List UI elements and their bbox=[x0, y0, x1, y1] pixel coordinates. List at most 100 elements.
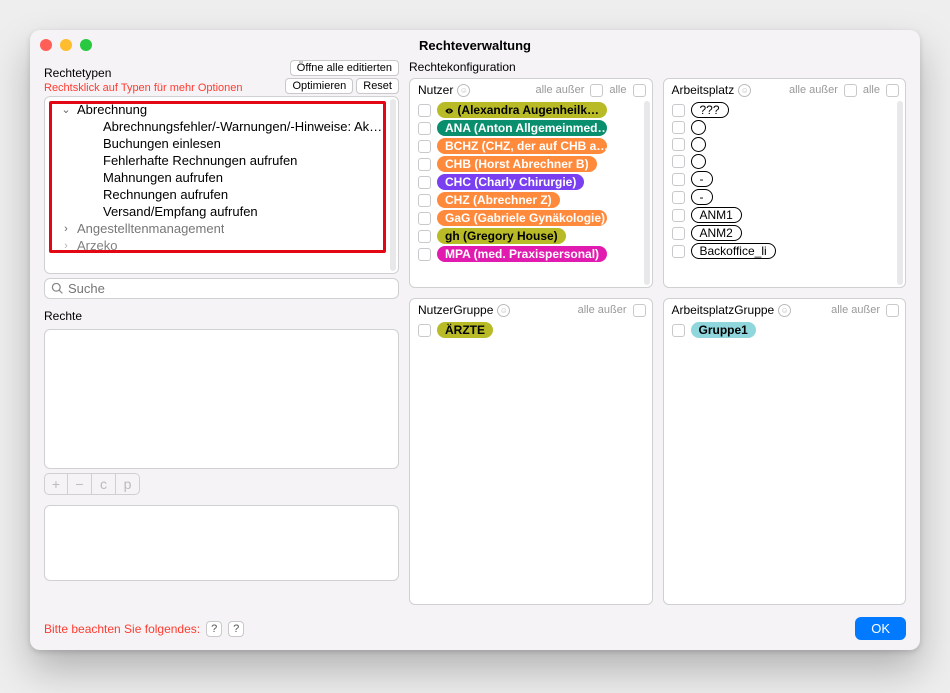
paste-button[interactable]: p bbox=[116, 473, 140, 495]
optimize-button[interactable]: Optimieren bbox=[285, 78, 353, 94]
nutzer-list[interactable]: (Alexandra Augenheilk…ANA (Anton Allgeme… bbox=[410, 99, 652, 287]
checkbox[interactable] bbox=[418, 158, 431, 171]
user-pill: gh (Gregory House) bbox=[437, 228, 566, 244]
scrollbar[interactable] bbox=[390, 99, 396, 271]
help-button[interactable]: ? bbox=[206, 621, 222, 637]
workstation-pill: ANM1 bbox=[691, 207, 742, 223]
tree-item[interactable]: Fehlerhafte Rechnungen aufrufen bbox=[51, 152, 392, 169]
list-item[interactable]: CHC (Charly Chirurgie) bbox=[418, 173, 648, 191]
scrollbar[interactable] bbox=[897, 101, 903, 285]
group-pill: Gruppe1 bbox=[691, 322, 756, 338]
checkbox[interactable] bbox=[418, 194, 431, 207]
list-item[interactable]: BCHZ (CHZ, der auf CHB a… bbox=[418, 137, 648, 155]
arbeitsplatz-list[interactable]: ???--ANM1ANM2Backoffice_li bbox=[664, 99, 906, 287]
alle-ausser-label: alle außer bbox=[535, 84, 584, 96]
list-item[interactable]: ??? bbox=[672, 101, 902, 119]
smiley-icon[interactable]: ☺ bbox=[778, 304, 791, 317]
checkbox[interactable] bbox=[418, 140, 431, 153]
list-item[interactable]: GaG (Gabriele Gynäkologie) bbox=[418, 209, 648, 227]
checkbox[interactable] bbox=[672, 121, 685, 134]
list-item[interactable]: gh (Gregory House) bbox=[418, 227, 648, 245]
checkbox[interactable] bbox=[672, 104, 685, 117]
alle-ausser-checkbox[interactable] bbox=[590, 84, 603, 97]
smiley-icon[interactable]: ☺ bbox=[457, 84, 470, 97]
list-item[interactable]: MPA (med. Praxispersonal) bbox=[418, 245, 648, 263]
search-input-wrap[interactable] bbox=[44, 278, 399, 299]
tree-item[interactable]: Buchungen einlesen bbox=[51, 135, 392, 152]
list-item[interactable]: ANA (Anton Allgemeinmed… bbox=[418, 119, 648, 137]
checkbox[interactable] bbox=[672, 191, 685, 204]
checkbox[interactable] bbox=[672, 324, 685, 337]
circle-icon bbox=[691, 120, 706, 135]
checkbox[interactable] bbox=[672, 227, 685, 240]
smiley-icon[interactable]: ☺ bbox=[738, 84, 751, 97]
copy-button[interactable]: c bbox=[92, 473, 116, 495]
add-button[interactable]: + bbox=[44, 473, 68, 495]
smiley-icon[interactable]: ☺ bbox=[497, 304, 510, 317]
rechte-list[interactable] bbox=[44, 329, 399, 469]
list-item[interactable]: (Alexandra Augenheilk… bbox=[418, 101, 648, 119]
alle-label: alle bbox=[609, 84, 626, 96]
alle-ausser-label: alle außer bbox=[831, 304, 880, 316]
alle-ausser-label: alle außer bbox=[789, 84, 838, 96]
chevron-right-icon: › bbox=[61, 223, 71, 235]
checkbox[interactable] bbox=[418, 104, 431, 117]
tree-parent-abrechnung[interactable]: ⌄ Abrechnung bbox=[51, 101, 392, 118]
reset-button[interactable]: Reset bbox=[356, 78, 399, 94]
list-item[interactable]: - bbox=[672, 188, 902, 206]
arbeitsplatzgruppe-list[interactable]: Gruppe1 bbox=[664, 319, 906, 604]
checkbox[interactable] bbox=[672, 173, 685, 186]
eye-icon bbox=[445, 105, 453, 115]
list-item[interactable]: ANM2 bbox=[672, 224, 902, 242]
arbeitsplatzgruppe-panel: ArbeitsplatzGruppe ☺ alle außer Gruppe1 bbox=[663, 298, 907, 605]
list-item[interactable]: CHB (Horst Abrechner B) bbox=[418, 155, 648, 173]
search-icon bbox=[51, 282, 64, 295]
workstation-pill: ANM2 bbox=[691, 225, 742, 241]
checkbox[interactable] bbox=[672, 155, 685, 168]
checkbox[interactable] bbox=[672, 209, 685, 222]
checkbox[interactable] bbox=[672, 138, 685, 151]
list-item[interactable]: Gruppe1 bbox=[672, 321, 902, 339]
checkbox[interactable] bbox=[672, 245, 685, 258]
list-item[interactable]: ÄRZTE bbox=[418, 321, 648, 339]
alle-ausser-checkbox[interactable] bbox=[844, 84, 857, 97]
circle-icon bbox=[691, 137, 706, 152]
list-item[interactable]: ANM1 bbox=[672, 206, 902, 224]
search-input[interactable] bbox=[68, 281, 392, 296]
alle-checkbox[interactable] bbox=[886, 84, 899, 97]
checkbox[interactable] bbox=[418, 248, 431, 261]
tree-item[interactable]: Mahnungen aufrufen bbox=[51, 169, 392, 186]
scrollbar[interactable] bbox=[644, 101, 650, 285]
tree-item[interactable]: Abrechnungsfehler/-Warnungen/-Hinweise: … bbox=[51, 118, 392, 135]
checkbox[interactable] bbox=[418, 212, 431, 225]
workstation-pill: - bbox=[691, 171, 713, 187]
tree-parent-angestellten[interactable]: › Angestelltenmanagement bbox=[51, 220, 392, 237]
help-button[interactable]: ? bbox=[228, 621, 244, 637]
detail-panel bbox=[44, 505, 399, 581]
user-pill: GaG (Gabriele Gynäkologie) bbox=[437, 210, 607, 226]
nutzergruppe-list[interactable]: ÄRZTE bbox=[410, 319, 652, 604]
nutzergruppe-label: NutzerGruppe bbox=[418, 303, 493, 317]
alle-ausser-checkbox[interactable] bbox=[886, 304, 899, 317]
list-item[interactable] bbox=[672, 153, 902, 170]
list-item[interactable]: Backoffice_li bbox=[672, 242, 902, 260]
tree-parent-arzeko[interactable]: › Arzeko bbox=[51, 237, 392, 254]
remove-button[interactable]: − bbox=[68, 473, 92, 495]
list-item[interactable]: CHZ (Abrechner Z) bbox=[418, 191, 648, 209]
checkbox[interactable] bbox=[418, 122, 431, 135]
user-pill: BCHZ (CHZ, der auf CHB a… bbox=[437, 138, 607, 154]
alle-ausser-checkbox[interactable] bbox=[633, 304, 646, 317]
tree-item[interactable]: Rechnungen aufrufen bbox=[51, 186, 392, 203]
checkbox[interactable] bbox=[418, 176, 431, 189]
list-item[interactable]: - bbox=[672, 170, 902, 188]
checkbox[interactable] bbox=[418, 230, 431, 243]
tree-item[interactable]: Versand/Empfang aufrufen bbox=[51, 203, 392, 220]
checkbox[interactable] bbox=[418, 324, 431, 337]
ok-button[interactable]: OK bbox=[855, 617, 906, 640]
open-all-button[interactable]: Öffne alle editierten bbox=[290, 60, 399, 76]
list-item[interactable] bbox=[672, 119, 902, 136]
list-item[interactable] bbox=[672, 136, 902, 153]
window: Rechteverwaltung Rechtetypen Rechtsklick… bbox=[30, 30, 920, 650]
alle-checkbox[interactable] bbox=[633, 84, 646, 97]
rechtetypen-tree[interactable]: ⌄ Abrechnung Abrechnungsfehler/-Warnunge… bbox=[44, 96, 399, 274]
